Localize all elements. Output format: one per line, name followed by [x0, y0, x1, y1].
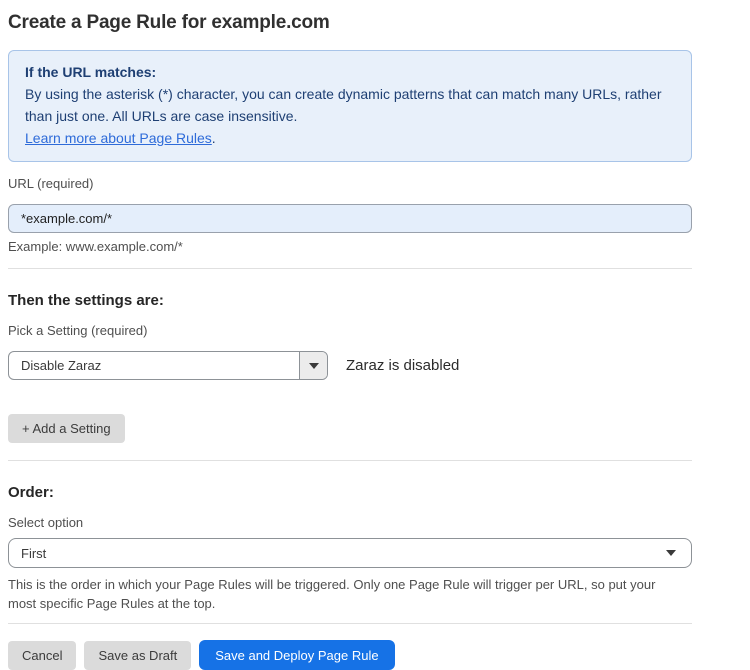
order-section-heading: Order:: [8, 484, 692, 501]
add-setting-button[interactable]: + Add a Setting: [8, 414, 125, 443]
order-select-value: First: [21, 546, 666, 561]
chevron-down-icon: [666, 550, 676, 556]
setting-picker-row: Disable Zaraz Zaraz is disabled: [8, 351, 692, 380]
chevron-down-icon: [309, 363, 319, 369]
save-as-draft-button[interactable]: Save as Draft: [84, 641, 191, 670]
learn-more-link[interactable]: Learn more about Page Rules: [25, 130, 212, 146]
url-field-label: URL (required): [8, 176, 692, 191]
settings-section-heading: Then the settings are:: [8, 292, 692, 309]
info-box-heading: If the URL matches:: [25, 61, 675, 83]
setting-dropdown-caret-button[interactable]: [299, 352, 327, 379]
order-select-label: Select option: [8, 515, 692, 530]
order-description: This is the order in which your Page Rul…: [8, 575, 684, 613]
url-example-hint: Example: www.example.com/*: [8, 239, 692, 254]
save-and-deploy-button[interactable]: Save and Deploy Page Rule: [199, 640, 394, 670]
setting-dropdown[interactable]: Disable Zaraz: [8, 351, 328, 380]
setting-status-text: Zaraz is disabled: [346, 357, 459, 374]
cancel-button[interactable]: Cancel: [8, 641, 76, 670]
link-period: .: [212, 130, 216, 146]
setting-dropdown-value: Disable Zaraz: [9, 352, 299, 379]
divider: [8, 623, 692, 624]
url-match-info-box: If the URL matches: By using the asteris…: [8, 50, 692, 162]
info-box-body: By using the asterisk (*) character, you…: [25, 83, 675, 149]
url-input[interactable]: [8, 204, 692, 233]
page-title: Create a Page Rule for example.com: [8, 12, 700, 34]
form-actions: Cancel Save as Draft Save and Deploy Pag…: [8, 640, 692, 670]
order-select[interactable]: First: [8, 538, 692, 568]
pick-setting-label: Pick a Setting (required): [8, 323, 692, 338]
divider: [8, 460, 692, 461]
page-rule-form: Create a Page Rule for example.com If th…: [0, 0, 700, 670]
divider: [8, 268, 692, 269]
